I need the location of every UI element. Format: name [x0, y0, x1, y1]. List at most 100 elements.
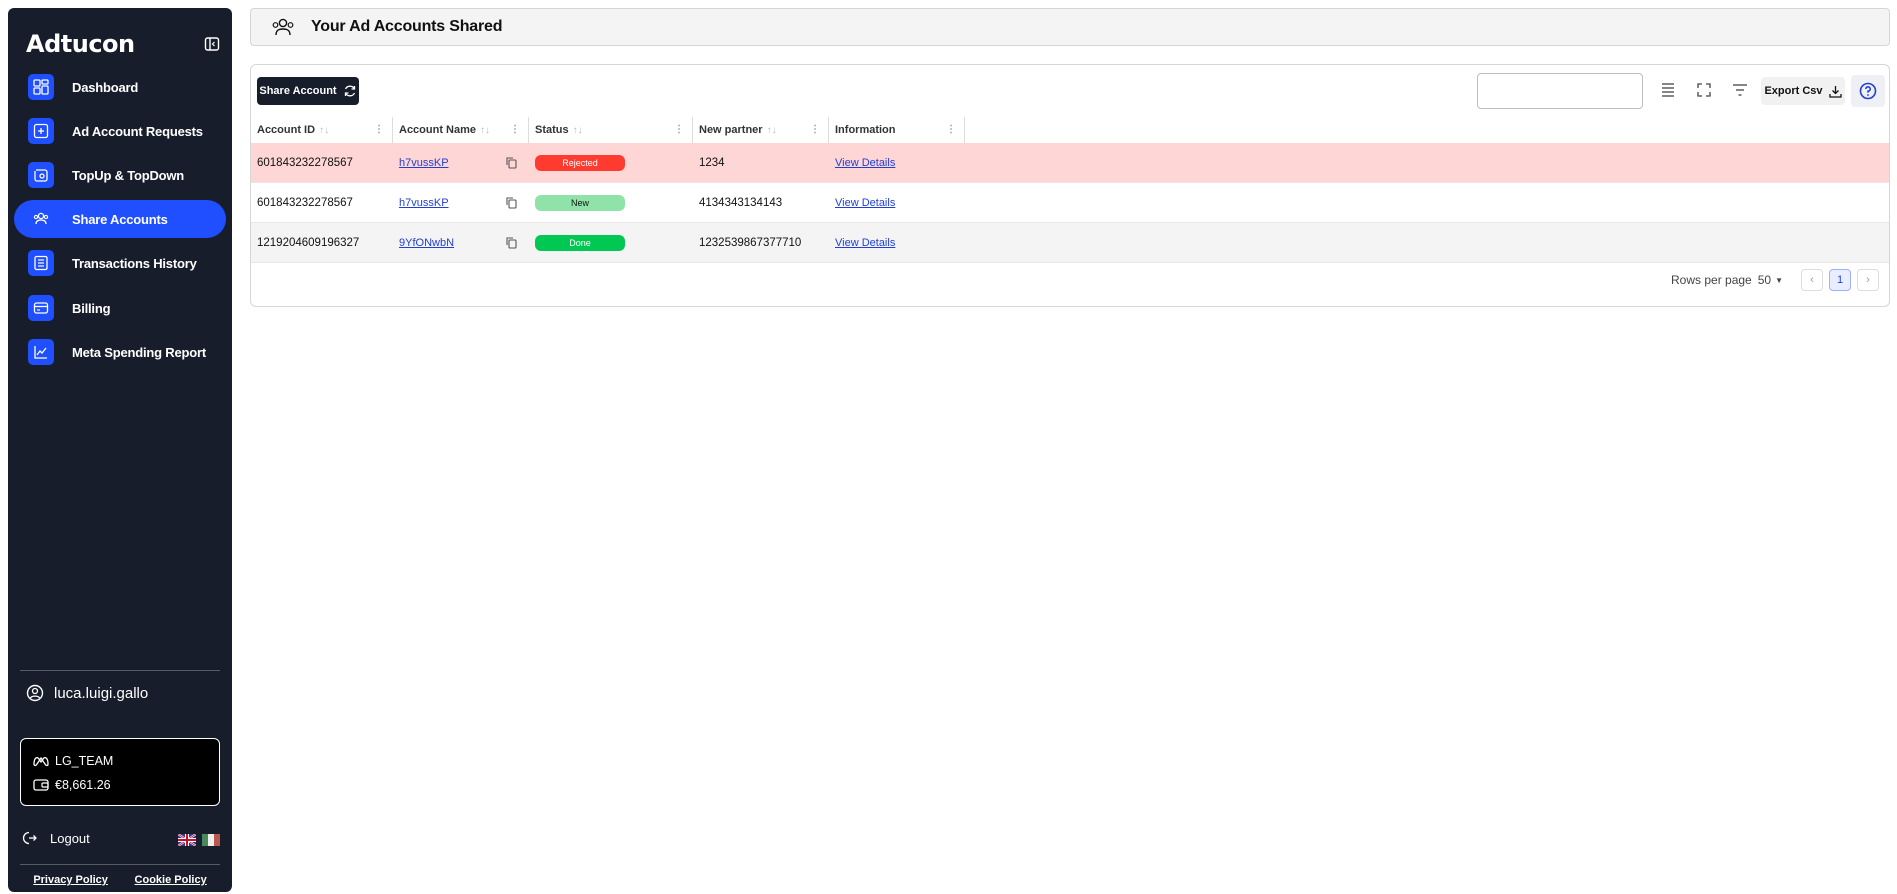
sidebar-item-meta-spending-report[interactable]: Meta Spending Report: [14, 333, 226, 371]
accounts-table-panel: Share Account Export Csv Account ID ↑↓ ⋮ A…: [250, 64, 1890, 307]
table-row: 601843232278567 h7vussKP New 41343431341…: [251, 183, 1889, 223]
privacy-policy-link[interactable]: Privacy Policy: [33, 874, 108, 886]
sidebar-item-share-accounts[interactable]: Share Accounts: [14, 200, 226, 238]
sidebar-item-label: Transactions History: [72, 255, 197, 271]
cell-account-name: 9YfONwbN: [393, 223, 529, 263]
density-toggle[interactable]: [1657, 79, 1679, 101]
account-name-link[interactable]: h7vussKP: [399, 157, 449, 169]
account-name-link[interactable]: h7vussKP: [399, 197, 449, 209]
search-input[interactable]: [1477, 73, 1643, 109]
column-menu-icon[interactable]: ⋮: [510, 124, 520, 135]
column-menu-icon[interactable]: ⋮: [674, 124, 684, 135]
copy-icon[interactable]: [506, 156, 517, 169]
column-menu-icon[interactable]: ⋮: [374, 124, 384, 135]
cell-new-partner: 4134343134143: [699, 196, 783, 209]
column-header-account-id[interactable]: Account ID ↑↓ ⋮: [251, 117, 393, 143]
sidebar-divider: [20, 864, 220, 865]
fullscreen-icon: [1697, 83, 1711, 97]
sort-icon[interactable]: ↑↓: [480, 125, 490, 136]
next-page-button[interactable]: ›: [1857, 269, 1879, 291]
sidebar-item-dashboard[interactable]: Dashboard: [14, 68, 226, 106]
sidebar-item-label: Billing: [72, 300, 111, 316]
sidebar-item-topup-topdown[interactable]: TopUp & TopDown: [14, 156, 226, 194]
wallet-balance: €8,661.26: [55, 778, 111, 792]
sidebar-item-ad-account-requests[interactable]: Ad Account Requests: [14, 112, 226, 150]
cell-new-partner: 1234: [699, 156, 725, 169]
export-csv-label: Export Csv: [1764, 85, 1823, 97]
cell-account-name: h7vussKP: [393, 183, 529, 223]
chart-line-icon: [28, 339, 54, 365]
footer-links: Privacy Policy Cookie Policy: [20, 874, 220, 886]
cell-information: View Details: [829, 183, 965, 223]
caret-down-icon: ▼: [1775, 275, 1783, 285]
table-row: 1219204609196327 9YfONwbN Done 123253986…: [251, 223, 1889, 263]
language-switcher: [178, 834, 220, 846]
sort-icon[interactable]: ↑↓: [767, 125, 777, 136]
column-label: Status: [535, 124, 569, 136]
help-button[interactable]: [1851, 75, 1885, 107]
sidebar-collapse-icon[interactable]: [204, 36, 220, 52]
logout-icon: [22, 831, 37, 845]
help-circle-icon: [1859, 82, 1877, 100]
sidebar-item-label: Dashboard: [72, 79, 139, 95]
cell-information: View Details: [829, 143, 965, 183]
logout-label: Logout: [50, 830, 90, 846]
view-details-link[interactable]: View Details: [835, 157, 895, 169]
column-menu-icon[interactable]: ⋮: [810, 124, 820, 135]
cell-status: Rejected: [529, 143, 693, 183]
username: luca.luigi.gallo: [54, 684, 149, 702]
sidebar-item-label: Share Accounts: [72, 211, 168, 227]
dashboard-icon: [28, 74, 54, 100]
list-icon: [28, 250, 54, 276]
copy-icon[interactable]: [506, 236, 517, 249]
fullscreen-toggle[interactable]: [1693, 79, 1715, 101]
status-badge: New: [535, 194, 625, 211]
prev-page-button[interactable]: ‹: [1801, 269, 1823, 291]
rows-per-page-value: 50: [1757, 273, 1772, 287]
user-circle-icon: [26, 684, 44, 702]
sort-icon[interactable]: ↑↓: [573, 125, 583, 136]
uk-flag-icon[interactable]: [178, 834, 196, 846]
italy-flag-icon[interactable]: [202, 834, 220, 846]
copy-icon[interactable]: [506, 196, 517, 209]
sort-icon[interactable]: ↑↓: [319, 125, 329, 136]
account-name-link[interactable]: 9YfONwbN: [399, 237, 454, 249]
status-badge: Done: [535, 234, 625, 251]
cookie-policy-link[interactable]: Cookie Policy: [135, 874, 207, 886]
wallet-card[interactable]: LG_TEAM €8,661.26: [20, 738, 220, 806]
chevron-left-icon: ‹: [1810, 274, 1814, 286]
meta-icon: [33, 756, 49, 767]
sidebar-item-billing[interactable]: Billing: [14, 289, 226, 327]
status-badge: Rejected: [535, 154, 625, 171]
column-header-account-name[interactable]: Account Name ↑↓ ⋮: [393, 117, 529, 143]
brand-logo: Adtucon: [26, 30, 135, 58]
column-label: Information: [835, 124, 896, 136]
logout-button[interactable]: Logout: [22, 830, 90, 846]
column-header-status[interactable]: Status ↑↓ ⋮: [529, 117, 693, 143]
sidebar-item-transactions-history[interactable]: Transactions History: [14, 244, 226, 282]
page-button[interactable]: 1: [1829, 269, 1851, 291]
table-body: 601843232278567 h7vussKP Rejected 1234 V…: [251, 143, 1889, 263]
team-name: LG_TEAM: [55, 754, 114, 768]
users-icon: [28, 206, 54, 232]
column-menu-icon[interactable]: ⋮: [946, 124, 956, 135]
wallet-icon: [33, 779, 49, 791]
user-profile[interactable]: luca.luigi.gallo: [26, 684, 148, 702]
cell-information: View Details: [829, 223, 965, 263]
rows-per-page-select[interactable]: 50 ▼: [1758, 273, 1783, 287]
view-details-link[interactable]: View Details: [835, 237, 895, 249]
sidebar-item-label: Meta Spending Report: [72, 344, 206, 360]
filter-toggle[interactable]: [1729, 79, 1751, 101]
page-header: Your Ad Accounts Shared: [250, 8, 1890, 46]
column-header-new-partner[interactable]: New partner ↑↓ ⋮: [693, 117, 829, 143]
view-details-link[interactable]: View Details: [835, 197, 895, 209]
export-csv-button[interactable]: Export Csv: [1761, 77, 1845, 105]
rows-per-page-label: Rows per page: [1671, 273, 1752, 287]
column-header-information[interactable]: Information ⋮: [829, 117, 965, 143]
cell-status: Done: [529, 223, 693, 263]
sidebar-divider: [20, 670, 220, 671]
share-account-button[interactable]: Share Account: [257, 77, 359, 105]
pagination: Rows per page 50 ▼ ‹ 1 ›: [1671, 269, 1879, 291]
table-header: Account ID ↑↓ ⋮ Account Name ↑↓ ⋮ Status ↑↓ ⋮ …: [251, 117, 1889, 143]
cell-account-name: h7vussKP: [393, 143, 529, 183]
